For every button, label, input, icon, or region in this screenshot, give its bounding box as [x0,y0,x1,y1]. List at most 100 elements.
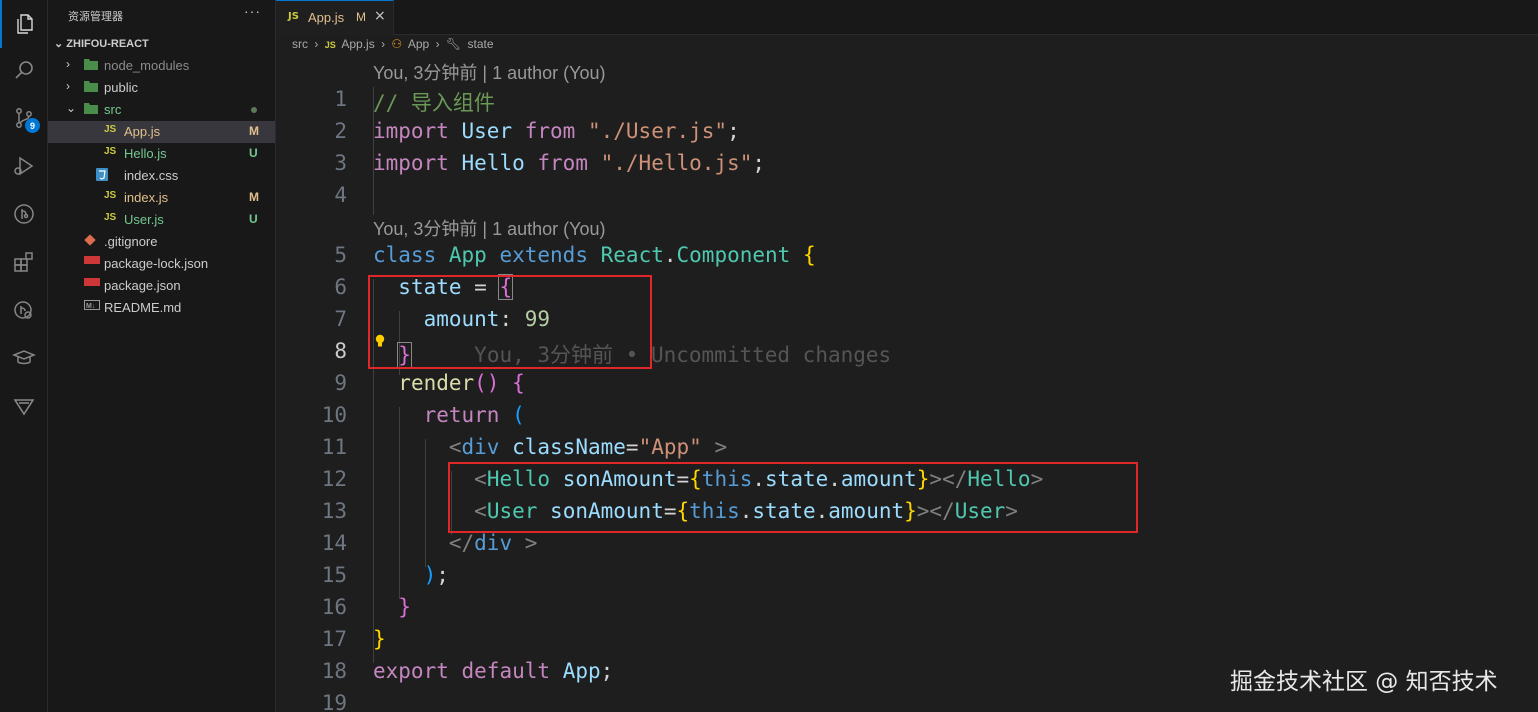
line-number: 14 [321,531,347,555]
extensions-icon[interactable] [0,238,48,286]
class-icon: ⚇ [391,37,403,51]
folder-icon [84,80,98,95]
line-number: 2 [334,119,347,143]
markdown-file-icon: M↓ [84,300,100,313]
line-number: 6 [334,275,347,299]
line-number: 11 [321,435,347,459]
file-tree-label: index.js [124,190,169,205]
chevron-right-icon: › [435,37,440,51]
line-number: 1 [334,87,347,111]
line-number: 18 [321,659,347,683]
comment-text: // 导入组件 [373,91,495,115]
file-tree-item[interactable]: JS User.js U [48,209,275,231]
file-tree-label: App.js [124,124,161,139]
file-tree-item[interactable]: package-lock.json [48,253,275,275]
codelens-author[interactable]: You, 3分钟前 | 1 author (You) [373,215,605,241]
file-tree-label: .gitignore [104,234,158,249]
tab-app-js[interactable]: JS App.js M × [276,0,394,35]
file-tree-label: src [104,102,122,117]
file-tree-label: Hello.js [124,146,167,161]
file-tree-item[interactable]: .gitignore [48,231,275,253]
line-number: 3 [334,151,347,175]
project-name: ZHIFOU-REACT [66,38,149,50]
folder-icon [84,58,98,73]
git-graph-icon[interactable] [0,190,48,238]
javascript-file-icon: JS [104,146,117,157]
code-line-9: render() { [398,371,525,395]
file-tree-label: README.md [104,300,182,315]
file-tree-item[interactable]: JS App.js M [48,121,275,143]
breadcrumb-folder[interactable]: src [292,37,308,51]
code-line-5: class App extends React.Component { [373,243,816,267]
education-icon[interactable] [0,334,48,382]
file-tree-item[interactable]: package.json [48,275,275,297]
code-editor[interactable]: You, 3分钟前 | 1 author (You) You, 3分钟前 | 1… [276,56,1538,712]
file-tree-label: User.js [124,212,164,227]
folder-icon [84,102,98,117]
chevron-right-icon: › [66,57,70,71]
line-number: 4 [334,183,347,207]
code-line-3: import Hello from "./Hello.js"; [373,151,765,175]
tab-bar: JS App.js M × [276,0,1538,35]
source-control-icon[interactable]: 9 [0,94,48,142]
file-tree-item[interactable]: › public [48,77,275,99]
breadcrumb: src › JS App.js › ⚇ App › 🔧︎ state [292,37,497,51]
file-tree-label: package-lock.json [104,256,209,271]
file-tree-label: node_modules [104,58,190,73]
svg-text:M↓: M↓ [86,303,95,310]
line-number: 16 [321,595,347,619]
file-tree-item[interactable]: JS index.js M [48,187,275,209]
javascript-file-icon: JS [324,40,336,50]
file-tree-item[interactable]: ⌄ src [48,99,275,121]
file-tree-item[interactable]: index.css [48,165,275,187]
line-number: 17 [321,627,347,651]
line-number: 19 [321,691,347,712]
line-number: 10 [321,403,347,427]
line-number: 15 [321,563,347,587]
line-number: 12 [321,467,347,491]
tab-status: M [356,10,366,24]
git-file-icon [84,234,96,249]
git-status-badge: U [249,212,258,226]
file-tree-item[interactable]: M↓ README.md [48,297,275,319]
breadcrumb-file[interactable]: App.js [341,37,374,51]
line-number: 7 [334,307,347,331]
modified-dot [251,107,257,113]
git-status-badge: U [249,146,258,160]
code-line-1: // 导入组件 [373,87,495,117]
close-icon[interactable]: × [374,8,386,24]
chevron-down-icon: ⌄ [66,101,77,115]
highlight-box [448,462,1138,533]
codelens-author[interactable]: You, 3分钟前 | 1 author (You) [373,59,605,85]
search-icon[interactable] [0,46,48,94]
breadcrumb-class[interactable]: App [408,37,429,51]
source-control-badge: 9 [25,118,40,133]
breadcrumb-member[interactable]: state [467,37,493,51]
code-line-17: } [373,627,386,651]
explorer-icon[interactable] [0,0,48,48]
javascript-file-icon: JS [288,11,299,22]
code-line-11: <div className="App" > [448,435,728,459]
file-tree-item[interactable]: › node_modules [48,55,275,77]
remote-explorer-icon[interactable] [0,286,48,334]
tab-label: App.js [308,10,345,25]
more-actions-button[interactable]: ··· [244,3,261,19]
file-tree-label: public [104,80,138,95]
git-status-badge: M [249,124,259,138]
explorer-sidebar: 资源管理器 ··· ⌄ ZHIFOU-REACT › node_modules › p… [48,0,276,712]
run-debug-icon[interactable] [0,142,48,190]
code-line-10: return ( [423,403,525,427]
file-tree-item[interactable]: JS Hello.js U [48,143,275,165]
file-tree-label: index.css [124,168,179,183]
npm-file-icon [84,278,100,289]
wrench-icon: 🔧︎ [445,37,462,51]
javascript-file-icon: JS [104,190,117,201]
line-number: 5 [334,243,347,267]
project-header[interactable]: ⌄ ZHIFOU-REACT [54,37,149,50]
line-number: 8 [334,339,347,363]
code-line-16: } [398,595,411,619]
triangle-icon[interactable] [0,382,48,430]
javascript-file-icon: JS [104,212,117,223]
code-line-14: </div > [448,531,538,555]
git-status-badge: M [249,190,259,204]
